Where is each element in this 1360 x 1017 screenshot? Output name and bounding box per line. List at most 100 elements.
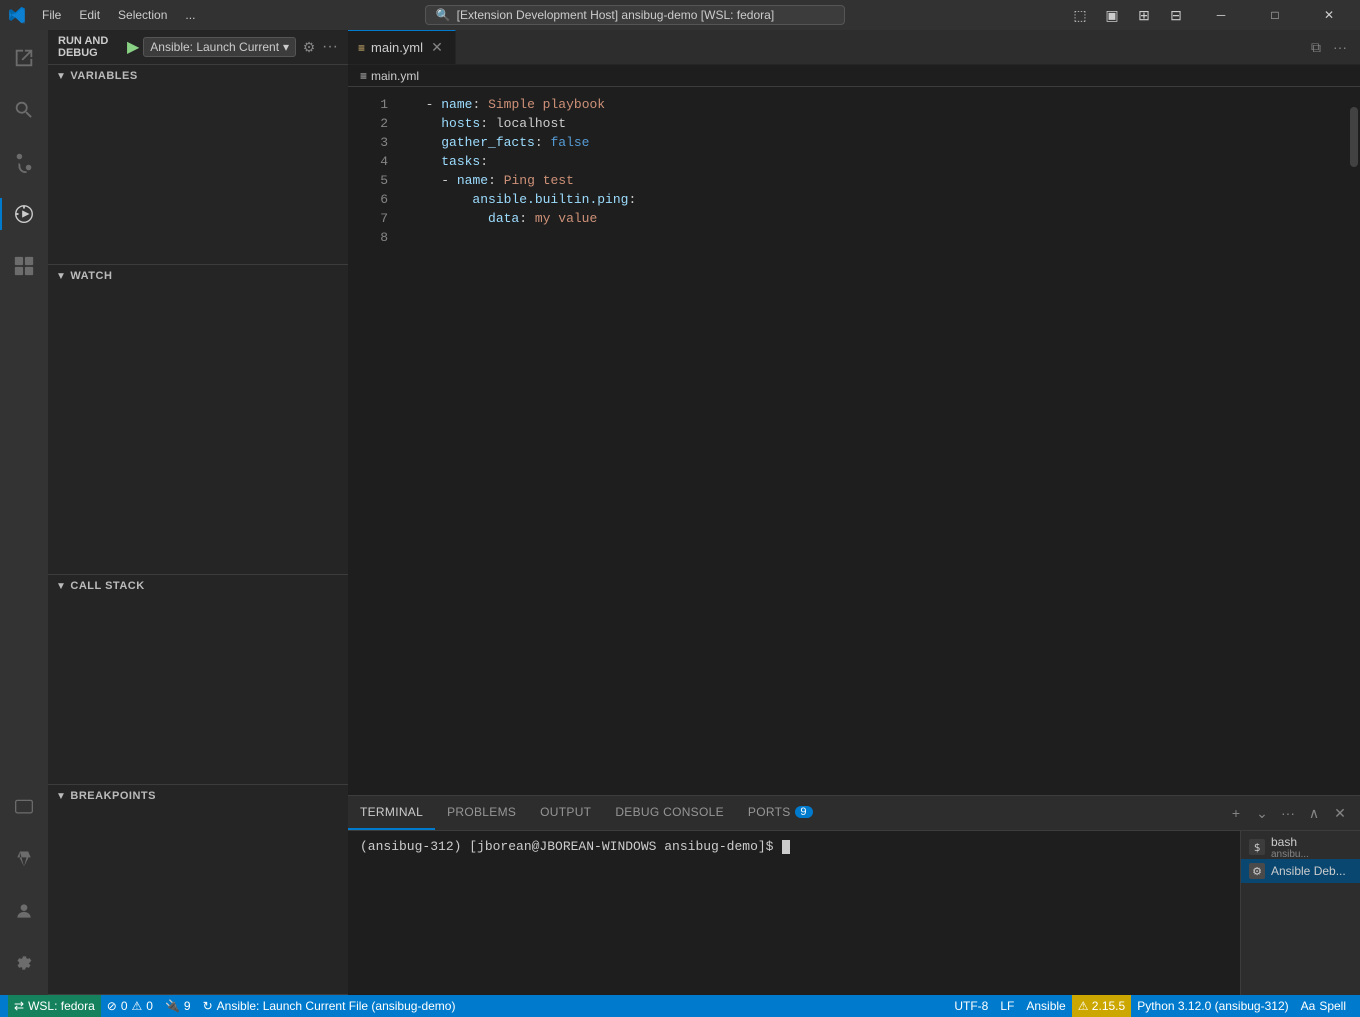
editor-more-btn[interactable]: ···: [1328, 35, 1352, 59]
callstack-section-header[interactable]: ▼ CALL STACK: [48, 575, 348, 597]
layout-btn-2[interactable]: ▣: [1098, 4, 1126, 26]
variables-section-header[interactable]: ▼ VARIABLES: [48, 65, 348, 87]
status-launch[interactable]: ↻ Ansible: Launch Current File (ansibug-…: [197, 995, 462, 1017]
run-config-label: Ansible: Launch Current: [150, 40, 279, 54]
activity-run-debug[interactable]: [0, 190, 48, 238]
code-content[interactable]: - name: Simple playbook hosts: localhost…: [398, 87, 1348, 795]
ansible-session-icon: ⚙: [1249, 863, 1265, 879]
panel-more-btn[interactable]: ···: [1276, 801, 1300, 825]
terminal-area[interactable]: (ansibug-312) [jborean@JBOREAN-WINDOWS a…: [348, 831, 1240, 995]
panel-maximize-btn[interactable]: ∧: [1302, 801, 1326, 825]
activity-extensions[interactable]: [0, 242, 48, 290]
terminal-session-bash[interactable]: $ bash ansibu...: [1241, 835, 1360, 859]
layout-btn-4[interactable]: ⊟: [1162, 4, 1190, 26]
titlebar-search-area: 🔍 [Extension Development Host] ansibug-d…: [211, 5, 1058, 25]
tab-main-yml[interactable]: ≡ main.yml ✕: [348, 30, 456, 64]
activity-settings[interactable]: [0, 939, 48, 987]
panel-tabs: TERMINAL PROBLEMS OUTPUT DEBUG CONSOLE P…: [348, 796, 1360, 831]
line-num-5: 5: [348, 171, 388, 190]
watch-section-header[interactable]: ▼ WATCH: [48, 265, 348, 287]
status-language-label: Ansible: [1026, 999, 1065, 1013]
tab-ports[interactable]: PORTS 9: [736, 796, 825, 830]
tab-problems[interactable]: PROBLEMS: [435, 796, 528, 830]
titlebar-search-box[interactable]: 🔍 [Extension Development Host] ansibug-d…: [425, 5, 845, 25]
window-minimize-btn[interactable]: ─: [1198, 0, 1244, 30]
run-button[interactable]: ▶: [127, 37, 139, 57]
activity-account[interactable]: [0, 887, 48, 935]
tab-terminal[interactable]: TERMINAL: [348, 796, 435, 830]
status-language[interactable]: Ansible: [1020, 995, 1071, 1017]
activity-testing[interactable]: [0, 835, 48, 883]
status-version[interactable]: ⚠ 2.15.5: [1072, 995, 1131, 1017]
line-num-7: 7: [348, 209, 388, 228]
watch-chevron-icon: ▼: [56, 271, 66, 282]
panel-close-btn[interactable]: ✕: [1328, 801, 1352, 825]
menu-more[interactable]: ...: [177, 5, 203, 25]
callstack-chevron-icon: ▼: [56, 581, 66, 592]
sidebar: RUN AND DEBUG ▶ Ansible: Launch Current …: [48, 30, 348, 995]
run-config-area: ▶ Ansible: Launch Current ▾: [127, 37, 296, 57]
editor-tabs: ≡ main.yml ✕ ⧉ ···: [348, 30, 1360, 65]
menu-selection[interactable]: Selection: [110, 5, 175, 25]
titlebar-search-text: [Extension Development Host] ansibug-dem…: [457, 8, 775, 22]
activity-search[interactable]: [0, 86, 48, 134]
panel-content: (ansibug-312) [jborean@JBOREAN-WINDOWS a…: [348, 831, 1360, 995]
split-editor-btn[interactable]: ⧉: [1304, 35, 1328, 59]
bash-session-sublabel: ansibu...: [1271, 849, 1309, 860]
activity-remote[interactable]: [0, 783, 48, 831]
warning-icon: ⚠: [132, 999, 143, 1013]
window-restore-btn[interactable]: □: [1252, 0, 1298, 30]
ansible-session-info: Ansible Deb...: [1271, 864, 1346, 878]
tab-output[interactable]: OUTPUT: [528, 796, 603, 830]
layout-btn-3[interactable]: ⊞: [1130, 4, 1158, 26]
status-wsl[interactable]: ⇄ WSL: fedora: [8, 995, 101, 1017]
code-area[interactable]: 1 2 3 4 5 6 7 8 - name: Simple playbook …: [348, 87, 1360, 795]
breakpoints-section-header[interactable]: ▼ BREAKPOINTS: [48, 785, 348, 807]
breakpoints-label: BREAKPOINTS: [70, 790, 156, 802]
code-line-1: - name: Simple playbook: [410, 95, 1336, 114]
new-terminal-btn[interactable]: +: [1224, 801, 1248, 825]
tab-debug-console[interactable]: DEBUG CONSOLE: [603, 796, 736, 830]
status-python[interactable]: Python 3.12.0 (ansibug-312): [1131, 995, 1294, 1017]
layout-btn-1[interactable]: ⬚: [1066, 4, 1094, 26]
terminal-sessions-panel: $ bash ansibu... ⚙ Ansible Deb...: [1240, 831, 1360, 995]
status-launch-label: Ansible: Launch Current File (ansibug-de…: [217, 999, 456, 1013]
editor-wrapper: ≡ main.yml 1 2 3 4 5 6 7 8 -: [348, 65, 1360, 795]
status-connections-count: 9: [184, 999, 191, 1013]
status-error-count: 0: [121, 999, 128, 1013]
sync-icon: ↻: [203, 999, 213, 1013]
run-debug-header: RUN AND DEBUG ▶ Ansible: Launch Current …: [48, 30, 348, 65]
run-more-btn[interactable]: ···: [322, 36, 338, 58]
tab-close-btn[interactable]: ✕: [429, 40, 445, 56]
activity-source-control[interactable]: [0, 138, 48, 186]
run-settings-btn[interactable]: ⚙: [302, 36, 316, 58]
status-encoding[interactable]: UTF-8: [948, 995, 994, 1017]
variables-label: VARIABLES: [70, 70, 137, 82]
status-connections[interactable]: 🔌 9: [159, 995, 197, 1017]
activity-explorer[interactable]: [0, 34, 48, 82]
window-close-btn[interactable]: ✕: [1306, 0, 1352, 30]
editor-scrollbar[interactable]: [1348, 87, 1360, 795]
run-config-selector[interactable]: Ansible: Launch Current ▾: [143, 37, 296, 57]
status-spell[interactable]: Aa Spell: [1295, 995, 1352, 1017]
menu-edit[interactable]: Edit: [71, 5, 108, 25]
terminal-split-btn[interactable]: ⌄: [1250, 801, 1274, 825]
editor-breadcrumb: ≡ main.yml: [348, 65, 1360, 87]
line-num-2: 2: [348, 114, 388, 133]
terminal-prompt: (ansibug-312) [jborean@JBOREAN-WINDOWS a…: [360, 839, 781, 854]
status-wsl-label: WSL: fedora: [28, 999, 95, 1013]
line-num-4: 4: [348, 152, 388, 171]
terminal-session-ansible[interactable]: ⚙ Ansible Deb...: [1241, 859, 1360, 883]
error-icon: ⊘: [107, 999, 117, 1013]
bash-session-info: bash ansibu...: [1271, 835, 1309, 860]
callstack-section: ▼ CALL STACK: [48, 575, 348, 785]
chevron-down-icon: ▾: [283, 40, 289, 54]
status-line-ending[interactable]: LF: [994, 995, 1020, 1017]
status-spell-label: Spell: [1319, 999, 1346, 1013]
status-errors[interactable]: ⊘ 0 ⚠ 0: [101, 995, 159, 1017]
menu-file[interactable]: File: [34, 5, 69, 25]
yaml-file-icon: ≡: [358, 41, 365, 55]
ports-badge: 9: [795, 806, 813, 818]
terminal-cursor: [782, 840, 790, 854]
code-line-7: data: my value: [410, 209, 1336, 228]
